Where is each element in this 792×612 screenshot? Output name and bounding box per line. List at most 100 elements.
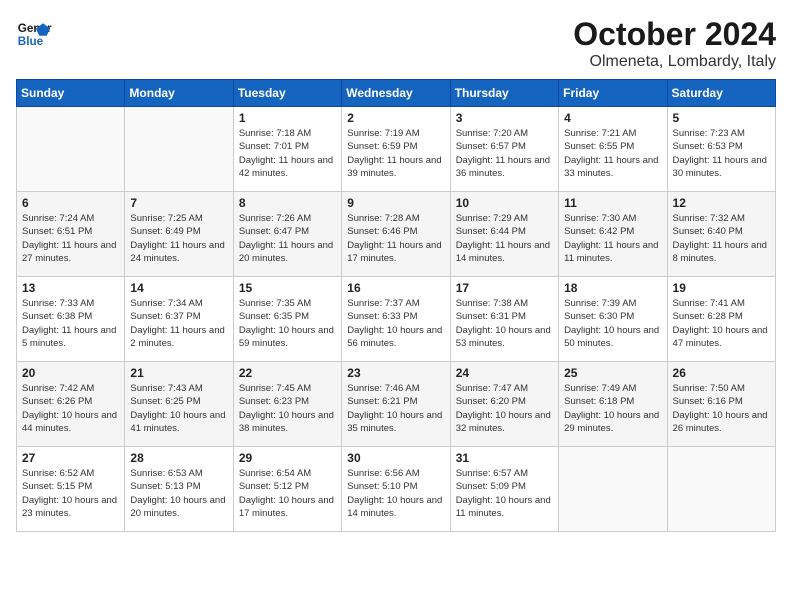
- calendar-cell: 23 Sunrise: 7:46 AMSunset: 6:21 PMDayligh…: [342, 362, 450, 447]
- calendar-cell: 13 Sunrise: 7:33 AMSunset: 6:38 PMDayligh…: [17, 277, 125, 362]
- weekday-header-cell: Wednesday: [342, 80, 450, 107]
- cell-info: Sunrise: 7:29 AMSunset: 6:44 PMDaylight:…: [456, 212, 553, 265]
- calendar-cell: 10 Sunrise: 7:29 AMSunset: 6:44 PMDayligh…: [450, 192, 558, 277]
- day-number: 14: [130, 281, 227, 295]
- calendar-cell: 30 Sunrise: 6:56 AMSunset: 5:10 PMDayligh…: [342, 447, 450, 532]
- day-number: 21: [130, 366, 227, 380]
- calendar-cell: 24 Sunrise: 7:47 AMSunset: 6:20 PMDayligh…: [450, 362, 558, 447]
- cell-info: Sunrise: 6:53 AMSunset: 5:13 PMDaylight:…: [130, 467, 227, 520]
- page-header: General Blue October 2024 Olmeneta, Lomb…: [16, 16, 776, 71]
- calendar-cell: [17, 107, 125, 192]
- weekday-header-cell: Saturday: [667, 80, 775, 107]
- cell-info: Sunrise: 7:49 AMSunset: 6:18 PMDaylight:…: [564, 382, 661, 435]
- weekday-header-cell: Monday: [125, 80, 233, 107]
- calendar-cell: 2 Sunrise: 7:19 AMSunset: 6:59 PMDaylight…: [342, 107, 450, 192]
- location-title: Olmeneta, Lombardy, Italy: [573, 53, 776, 71]
- cell-info: Sunrise: 7:42 AMSunset: 6:26 PMDaylight:…: [22, 382, 119, 435]
- calendar-table: SundayMondayTuesdayWednesdayThursdayFrid…: [16, 79, 776, 532]
- cell-info: Sunrise: 7:23 AMSunset: 6:53 PMDaylight:…: [673, 127, 770, 180]
- calendar-cell: 1 Sunrise: 7:18 AMSunset: 7:01 PMDaylight…: [233, 107, 341, 192]
- day-number: 18: [564, 281, 661, 295]
- calendar-cell: 26Sunrise: 7:50 AMSunset: 6:16 PMDayligh…: [667, 362, 775, 447]
- day-number: 17: [456, 281, 553, 295]
- logo: General Blue: [16, 16, 52, 52]
- cell-info: Sunrise: 7:38 AMSunset: 6:31 PMDaylight:…: [456, 297, 553, 350]
- calendar-cell: 12Sunrise: 7:32 AMSunset: 6:40 PMDayligh…: [667, 192, 775, 277]
- cell-info: Sunrise: 6:52 AMSunset: 5:15 PMDaylight:…: [22, 467, 119, 520]
- day-number: 23: [347, 366, 444, 380]
- calendar-cell: 28 Sunrise: 6:53 AMSunset: 5:13 PMDayligh…: [125, 447, 233, 532]
- cell-info: Sunrise: 7:19 AMSunset: 6:59 PMDaylight:…: [347, 127, 444, 180]
- calendar-cell: 21 Sunrise: 7:43 AMSunset: 6:25 PMDayligh…: [125, 362, 233, 447]
- day-number: 9: [347, 196, 444, 210]
- cell-info: Sunrise: 7:50 AMSunset: 6:16 PMDaylight:…: [673, 382, 770, 435]
- calendar-cell: 27Sunrise: 6:52 AMSunset: 5:15 PMDayligh…: [17, 447, 125, 532]
- cell-info: Sunrise: 7:35 AMSunset: 6:35 PMDaylight:…: [239, 297, 336, 350]
- day-number: 10: [456, 196, 553, 210]
- day-number: 5: [673, 111, 770, 125]
- day-number: 11: [564, 196, 661, 210]
- calendar-cell: 4 Sunrise: 7:21 AMSunset: 6:55 PMDaylight…: [559, 107, 667, 192]
- day-number: 1: [239, 111, 336, 125]
- day-number: 13: [22, 281, 119, 295]
- cell-info: Sunrise: 7:30 AMSunset: 6:42 PMDaylight:…: [564, 212, 661, 265]
- cell-info: Sunrise: 7:43 AMSunset: 6:25 PMDaylight:…: [130, 382, 227, 435]
- day-number: 3: [456, 111, 553, 125]
- calendar-cell: 3 Sunrise: 7:20 AMSunset: 6:57 PMDaylight…: [450, 107, 558, 192]
- cell-info: Sunrise: 7:28 AMSunset: 6:46 PMDaylight:…: [347, 212, 444, 265]
- day-number: 29: [239, 451, 336, 465]
- day-number: 16: [347, 281, 444, 295]
- svg-text:Blue: Blue: [18, 35, 44, 48]
- calendar-week-row: 13 Sunrise: 7:33 AMSunset: 6:38 PMDayligh…: [17, 277, 776, 362]
- day-number: 4: [564, 111, 661, 125]
- weekday-header-cell: Friday: [559, 80, 667, 107]
- calendar-week-row: 20 Sunrise: 7:42 AMSunset: 6:26 PMDayligh…: [17, 362, 776, 447]
- day-number: 28: [130, 451, 227, 465]
- cell-info: Sunrise: 7:46 AMSunset: 6:21 PMDaylight:…: [347, 382, 444, 435]
- day-number: 2: [347, 111, 444, 125]
- cell-info: Sunrise: 6:54 AMSunset: 5:12 PMDaylight:…: [239, 467, 336, 520]
- cell-info: Sunrise: 7:32 AMSunset: 6:40 PMDaylight:…: [673, 212, 770, 265]
- cell-info: Sunrise: 6:56 AMSunset: 5:10 PMDaylight:…: [347, 467, 444, 520]
- title-area: October 2024 Olmeneta, Lombardy, Italy: [573, 16, 776, 71]
- day-number: 20: [22, 366, 119, 380]
- calendar-cell: [667, 447, 775, 532]
- cell-info: Sunrise: 7:21 AMSunset: 6:55 PMDaylight:…: [564, 127, 661, 180]
- day-number: 31: [456, 451, 553, 465]
- calendar-cell: 9 Sunrise: 7:28 AMSunset: 6:46 PMDaylight…: [342, 192, 450, 277]
- cell-info: Sunrise: 7:45 AMSunset: 6:23 PMDaylight:…: [239, 382, 336, 435]
- calendar-cell: [559, 447, 667, 532]
- day-number: 15: [239, 281, 336, 295]
- calendar-cell: 31 Sunrise: 6:57 AMSunset: 5:09 PMDayligh…: [450, 447, 558, 532]
- calendar-cell: 29 Sunrise: 6:54 AMSunset: 5:12 PMDayligh…: [233, 447, 341, 532]
- calendar-cell: 8Sunrise: 7:26 AMSunset: 6:47 PMDaylight…: [233, 192, 341, 277]
- cell-info: Sunrise: 7:37 AMSunset: 6:33 PMDaylight:…: [347, 297, 444, 350]
- cell-info: Sunrise: 6:57 AMSunset: 5:09 PMDaylight:…: [456, 467, 553, 520]
- day-number: 19: [673, 281, 770, 295]
- day-number: 8: [239, 196, 336, 210]
- cell-info: Sunrise: 7:25 AMSunset: 6:49 PMDaylight:…: [130, 212, 227, 265]
- cell-info: Sunrise: 7:33 AMSunset: 6:38 PMDaylight:…: [22, 297, 119, 350]
- day-number: 22: [239, 366, 336, 380]
- day-number: 30: [347, 451, 444, 465]
- day-number: 7: [130, 196, 227, 210]
- calendar-cell: 16 Sunrise: 7:37 AMSunset: 6:33 PMDayligh…: [342, 277, 450, 362]
- calendar-week-row: 1 Sunrise: 7:18 AMSunset: 7:01 PMDaylight…: [17, 107, 776, 192]
- day-number: 24: [456, 366, 553, 380]
- cell-info: Sunrise: 7:20 AMSunset: 6:57 PMDaylight:…: [456, 127, 553, 180]
- day-number: 25: [564, 366, 661, 380]
- calendar-cell: 20 Sunrise: 7:42 AMSunset: 6:26 PMDayligh…: [17, 362, 125, 447]
- cell-info: Sunrise: 7:47 AMSunset: 6:20 PMDaylight:…: [456, 382, 553, 435]
- day-number: 6: [22, 196, 119, 210]
- calendar-cell: 7 Sunrise: 7:25 AMSunset: 6:49 PMDaylight…: [125, 192, 233, 277]
- calendar-cell: 22 Sunrise: 7:45 AMSunset: 6:23 PMDayligh…: [233, 362, 341, 447]
- calendar-week-row: 6Sunrise: 7:24 AMSunset: 6:51 PMDaylight…: [17, 192, 776, 277]
- cell-info: Sunrise: 7:39 AMSunset: 6:30 PMDaylight:…: [564, 297, 661, 350]
- calendar-cell: 25 Sunrise: 7:49 AMSunset: 6:18 PMDayligh…: [559, 362, 667, 447]
- weekday-header-row: SundayMondayTuesdayWednesdayThursdayFrid…: [17, 80, 776, 107]
- cell-info: Sunrise: 7:18 AMSunset: 7:01 PMDaylight:…: [239, 127, 336, 180]
- calendar-cell: 6Sunrise: 7:24 AMSunset: 6:51 PMDaylight…: [17, 192, 125, 277]
- calendar-cell: 5 Sunrise: 7:23 AMSunset: 6:53 PMDaylight…: [667, 107, 775, 192]
- month-title: October 2024: [573, 16, 776, 53]
- calendar-cell: 19Sunrise: 7:41 AMSunset: 6:28 PMDayligh…: [667, 277, 775, 362]
